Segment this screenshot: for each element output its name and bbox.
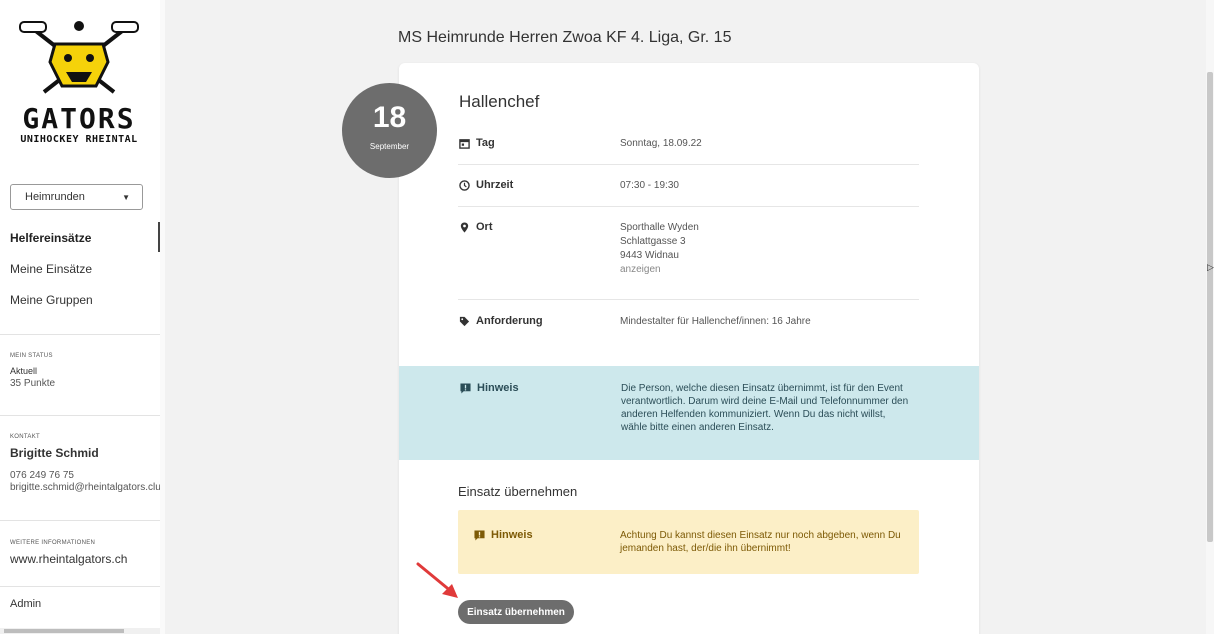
main-vertical-scrollbar[interactable]	[1206, 0, 1214, 634]
logo-wordmark: GATORS	[22, 102, 136, 135]
sidebar-item-meine-gruppen[interactable]: Meine Gruppen	[10, 293, 93, 307]
warning-label: Hinweis	[491, 529, 533, 541]
sidebar-divider	[0, 586, 160, 587]
warning-notice: Hinweis Achtung Du kannst diesen Einsatz…	[458, 510, 919, 574]
warning-text: Achtung Du kannst diesen Einsatz nur noc…	[620, 530, 901, 554]
row-ort: Ort Sporthalle Wyden Schlattgasse 3 9443…	[458, 221, 919, 300]
value-anforderung: Mindestalter für Hallenchef/innen: 16 Ja…	[620, 316, 811, 327]
row-tag: Tag Sonntag, 18.09.22	[458, 137, 919, 165]
contact-name: Brigitte Schmid	[10, 446, 99, 460]
calendar-icon	[459, 138, 470, 149]
map-pin-icon	[460, 221, 469, 233]
row-uhrzeit: Uhrzeit 07:30 - 19:30	[458, 179, 919, 207]
mouse-cursor-icon: ▷	[1207, 262, 1214, 272]
sidebar-item-helfereinsaetze[interactable]: Helfereinsätze	[10, 231, 91, 245]
sidebar-item-meine-einsaetze[interactable]: Meine Einsätze	[10, 262, 92, 276]
scrollbar-thumb[interactable]	[4, 629, 124, 633]
sidebar-divider	[0, 334, 160, 335]
red-arrow-annotation	[416, 562, 458, 598]
gators-logo[interactable]: GATORS UNIHOCKEY RHEINTAL	[10, 18, 148, 158]
contact-phone[interactable]: 076 249 76 75	[10, 470, 74, 481]
value-tag: Sonntag, 18.09.22	[620, 138, 702, 149]
event-type-dropdown[interactable]: Heimrunden ▼	[10, 184, 143, 210]
sidebar-divider	[0, 415, 160, 416]
assignment-card: Hallenchef Tag Sonntag, 18.09.22 Uhrzeit…	[399, 63, 979, 634]
scrollbar-thumb[interactable]	[1207, 72, 1213, 542]
take-over-button[interactable]: Einsatz übernehmen	[458, 600, 574, 624]
status-label: Aktuell	[10, 366, 38, 376]
dropdown-selected-value: Heimrunden	[25, 191, 85, 203]
label-ort: Ort	[476, 221, 493, 233]
venue-city: 9443 Widnau	[620, 250, 679, 261]
admin-link[interactable]: Admin	[10, 598, 41, 610]
notice-label: Hinweis	[477, 382, 519, 394]
responsibility-notice: Hinweis Die Person, welche diesen Einsat…	[399, 366, 979, 460]
label-uhrzeit: Uhrzeit	[476, 179, 514, 191]
gator-head-icon	[19, 21, 139, 94]
caret-down-icon: ▼	[122, 193, 130, 202]
info-heading: WEITERE INFORMATIONEN	[10, 540, 96, 546]
sidebar-vertical-scrollbar[interactable]	[160, 0, 165, 634]
tag-icon	[459, 316, 470, 326]
notice-text: Die Person, welche diesen Einsatz überni…	[621, 383, 909, 433]
logo-subtitle: UNIHOCKEY RHEINTAL	[20, 134, 138, 145]
page-title: MS Heimrunde Herren Zwoa KF 4. Liga, Gr.…	[398, 29, 732, 46]
status-points: 35 Punkte	[10, 378, 56, 389]
date-month: September	[369, 142, 410, 151]
warning-icon	[474, 529, 485, 541]
notice-icon	[460, 382, 471, 394]
date-day: 18	[372, 101, 407, 134]
clock-icon	[459, 179, 470, 191]
label-anforderung: Anforderung	[476, 315, 543, 327]
value-uhrzeit: 07:30 - 19:30	[620, 180, 679, 191]
show-map-link[interactable]: anzeigen	[620, 263, 699, 277]
status-heading: MEIN STATUS	[10, 353, 53, 359]
take-over-section-title: Einsatz übernehmen	[458, 484, 578, 499]
venue-street: Schlattgasse 3	[620, 236, 686, 247]
label-tag: Tag	[476, 137, 495, 149]
venue-name: Sporthalle Wyden	[620, 222, 699, 233]
assignment-title: Hallenchef	[459, 92, 540, 111]
sidebar-horizontal-scrollbar[interactable]	[0, 628, 160, 634]
sidebar: GATORS UNIHOCKEY RHEINTAL Heimrunden ▼ H…	[0, 0, 165, 634]
contact-email[interactable]: brigitte.schmid@rheintalgators.clu	[10, 482, 161, 493]
website-link[interactable]: www.rheintalgators.ch	[10, 552, 127, 566]
date-badge: 18 September	[342, 83, 437, 178]
row-anforderung: Anforderung Mindestalter für Hallenchef/…	[458, 315, 919, 344]
sidebar-divider	[0, 520, 160, 521]
contact-heading: KONTAKT	[10, 434, 40, 440]
